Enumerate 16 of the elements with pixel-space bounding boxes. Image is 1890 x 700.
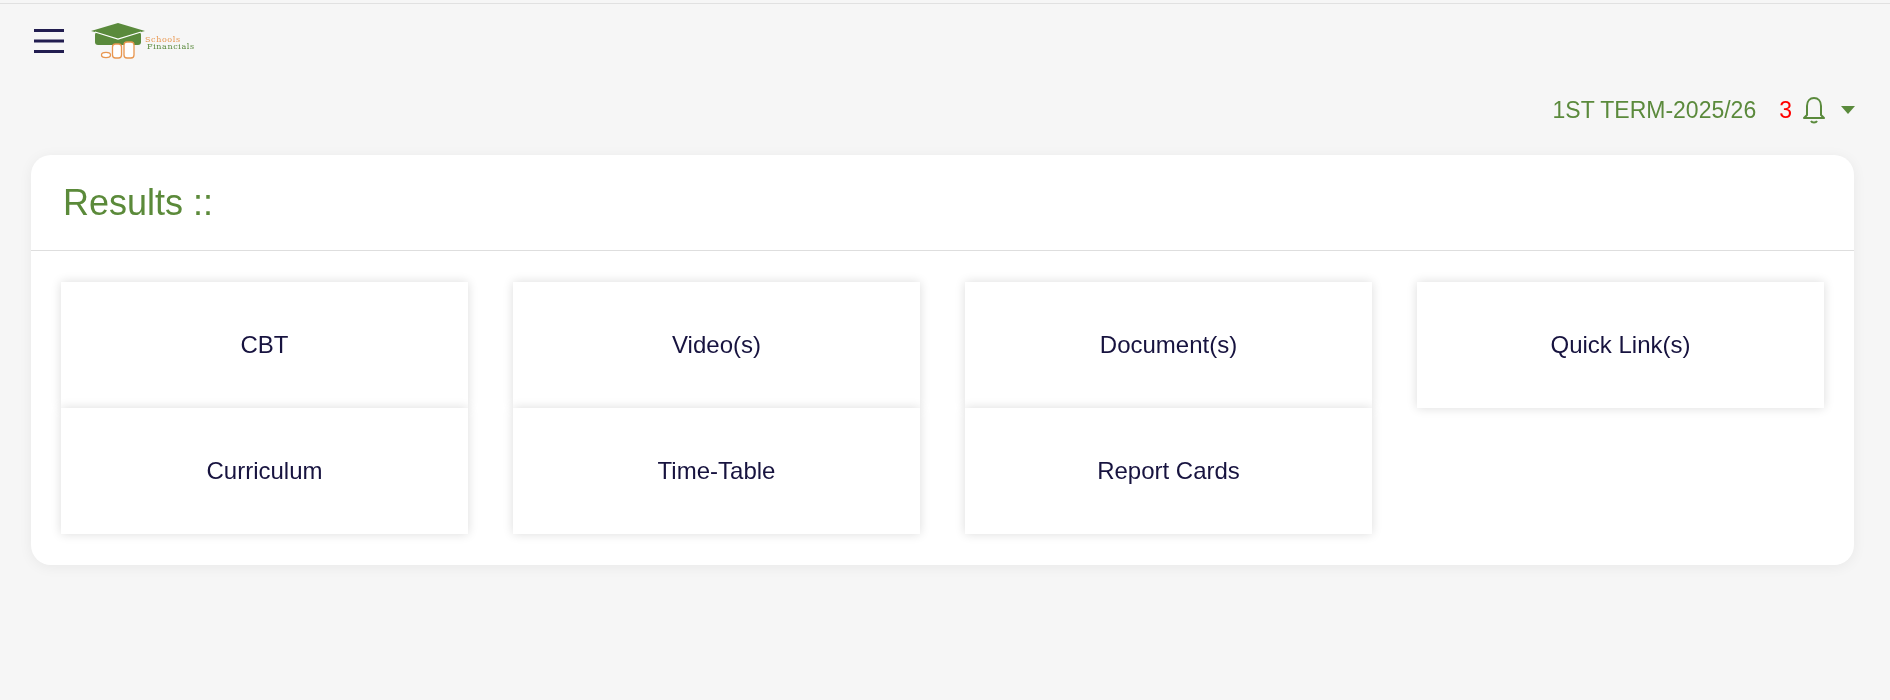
cap-and-coins-icon bbox=[91, 23, 146, 59]
term-label: 1ST TERM-2025/26 bbox=[1552, 96, 1757, 124]
logo-text: Schools bbox=[145, 36, 181, 43]
notification-count: 3 bbox=[1779, 96, 1792, 124]
card-title: Results :: bbox=[63, 180, 214, 225]
module-tile[interactable]: Curriculum bbox=[61, 408, 468, 534]
module-tile[interactable]: Quick Link(s) bbox=[1417, 282, 1824, 408]
module-tile[interactable]: Document(s) bbox=[965, 282, 1372, 408]
caret-icon[interactable] bbox=[1841, 106, 1855, 114]
module-tile[interactable]: Report Cards bbox=[965, 408, 1372, 534]
module-tile[interactable]: Video(s) bbox=[513, 282, 920, 408]
logo-text: Financials bbox=[147, 43, 195, 50]
bell-icon[interactable] bbox=[1802, 96, 1826, 124]
module-tile[interactable]: CBT bbox=[61, 282, 468, 408]
menu-icon[interactable] bbox=[34, 29, 64, 53]
module-tile[interactable]: Time-Table bbox=[513, 408, 920, 534]
